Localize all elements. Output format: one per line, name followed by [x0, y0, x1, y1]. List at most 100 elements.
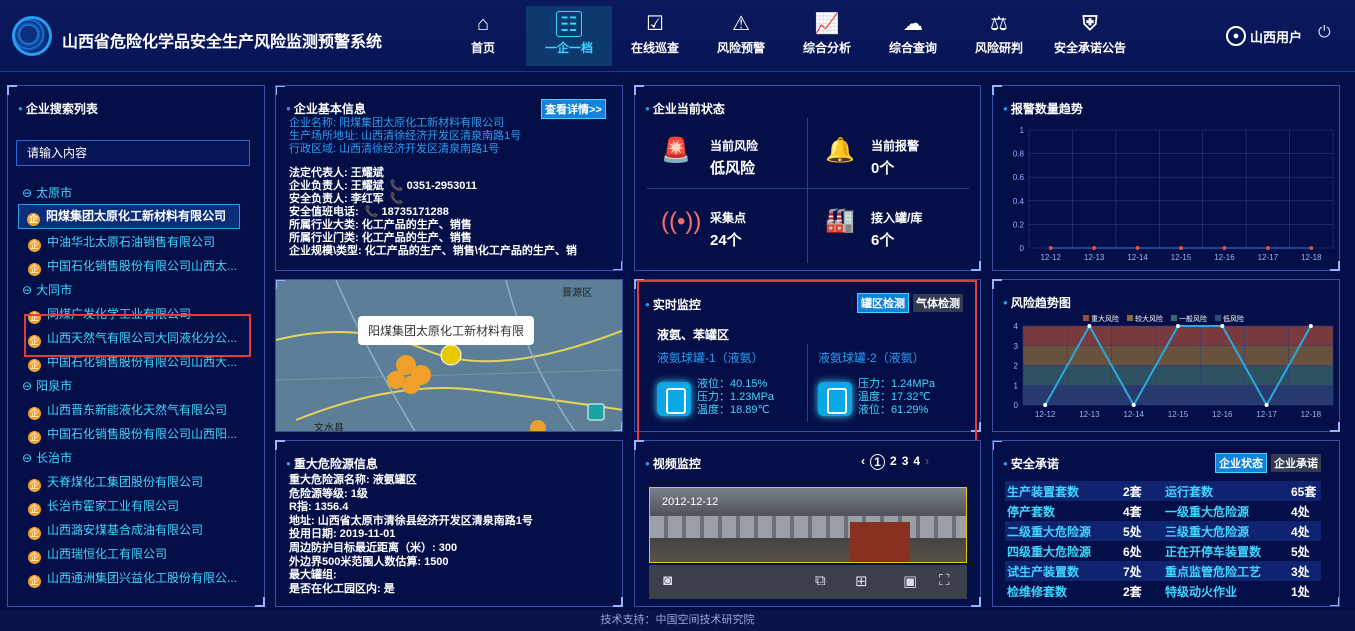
map-panel[interactable]: 阳煤集团太原化工新材料有限 文水县 晋源区: [275, 279, 623, 432]
current-alarm: 当前报警 0个: [871, 139, 920, 177]
current-risk: 当前风险 低风险: [710, 139, 759, 177]
fullscreen-icon[interactable]: ⛶: [939, 572, 950, 589]
user-avatar-icon: ●: [1226, 26, 1246, 46]
nav-online-patrol[interactable]: ☑ 在线巡查: [612, 6, 698, 66]
panel-title: 企业搜索列表: [18, 100, 98, 117]
nav-query[interactable]: ☁ 综合查询: [870, 6, 956, 66]
map-label: 晋源区: [562, 288, 592, 299]
footer: 技术支持：中国空间技术研究院: [0, 610, 1355, 631]
layout-grid-icon[interactable]: ⊞: [855, 572, 868, 590]
list-item[interactable]: 企长治市霍家工业有限公司: [28, 497, 179, 516]
table-row: 试生产装置数 7处 重点监管危险工艺 3处: [1005, 561, 1321, 581]
page-number[interactable]: 4: [913, 454, 920, 470]
data-point: [1222, 246, 1227, 250]
panel-title: 安全承诺: [1003, 455, 1059, 472]
legend-swatch: [1083, 315, 1089, 321]
data-point: [1309, 246, 1314, 250]
x-tick-label: 12-16: [1212, 410, 1233, 419]
home-icon: ⌂: [476, 13, 490, 35]
nav-one-enterprise[interactable]: ☷ 一企一档: [526, 6, 612, 66]
panel-title: 企业基本信息: [286, 100, 366, 117]
prev-page-icon[interactable]: ‹: [861, 454, 865, 470]
y-tick-label: 0.8: [1013, 150, 1025, 159]
x-tick-label: 12-15: [1168, 410, 1189, 419]
app-logo-icon: [12, 16, 52, 56]
y-tick-label: 0.6: [1013, 173, 1025, 182]
highlight-box: [637, 280, 977, 447]
page-number[interactable]: 3: [902, 454, 909, 470]
company-icon: 企: [28, 431, 41, 444]
list-item[interactable]: 企中油华北太原石油销售有限公司: [28, 233, 215, 252]
nav-home[interactable]: ⌂ 首页: [440, 6, 526, 66]
legend-label: 重大风险: [1091, 314, 1119, 323]
connected-tanks: 接入罐/库 6个: [871, 211, 923, 249]
list-item[interactable]: 企山西通洲集团兴益化工股份有限公...: [28, 569, 237, 588]
gavel-icon: ⚖: [990, 13, 1008, 35]
nav-risk-warning[interactable]: ⚠ 风险预警: [698, 6, 784, 66]
bell-icon: 🔔: [825, 137, 855, 164]
alarm-trend-panel: 报警数量趋势 00.20.40.60.8112-1212-1312-1412-1…: [992, 85, 1340, 271]
city-node[interactable]: 太原市: [22, 184, 72, 201]
hazard-details: 重大危险源名称: 液氨罐区 危险源等级: 1级 R指: 1356.4 地址: 山西省太…: [289, 474, 533, 595]
data-point: [1131, 403, 1136, 407]
x-tick-label: 12-13: [1079, 410, 1100, 419]
tab-enterprise-status[interactable]: 企业状态: [1215, 453, 1267, 473]
view-detail-button[interactable]: 查看详情>>: [541, 99, 606, 119]
signal-icon: ((•)): [661, 208, 702, 235]
nav-analysis[interactable]: 📈 综合分析: [784, 6, 870, 66]
page-number[interactable]: 1: [870, 454, 885, 470]
data-point: [1220, 324, 1225, 328]
main-nav: ⌂ 首页 ☷ 一企一档 ☑ 在线巡查 ⚠ 风险预警 📈 综合分析 ☁ 综合查询 ⚖ 风险研判 …: [440, 6, 1138, 66]
company-icon: 企: [28, 503, 41, 516]
page-number[interactable]: 2: [890, 454, 897, 470]
user-menu[interactable]: ● 山西用户: [1226, 26, 1302, 46]
risk-trend-chart: 0 1 2 3 4 12-12 12-13 12-14 12-15 12-16 12-17 12-18…: [1014, 314, 1334, 419]
panel-title: 企业当前状态: [645, 100, 725, 117]
table-row: 四级重大危险源 6处 正在开停车装置数 5处: [1007, 544, 1310, 559]
data-point: [1265, 246, 1270, 250]
basic-info-details: 法定代表人: 王耀斌 企业负责人: 王耀斌 📞 0351-2953011 安全负…: [289, 167, 577, 257]
city-node[interactable]: 长治市: [22, 449, 72, 466]
top-bar: 山西省危险化学品安全生产风险监测预警系统 ⌂ 首页 ☷ 一企一档 ☑ 在线巡查 ⚠ 风险…: [0, 0, 1355, 72]
nav-safety-promise[interactable]: ⛨ 安全承诺公告: [1042, 6, 1138, 66]
profile-card-icon: ☷: [556, 11, 582, 37]
company-icon: 企: [28, 551, 41, 564]
legend-swatch: [1171, 315, 1177, 321]
search-input[interactable]: 请输入内容: [16, 140, 250, 166]
power-icon[interactable]: ⏻: [1318, 24, 1331, 42]
y-tick-label: 0.4: [1013, 197, 1025, 206]
next-page-icon[interactable]: ›: [925, 454, 929, 470]
table-row: 停产套数 4套 一级重大危险源 4处: [1007, 504, 1310, 519]
y-tick-label: 1: [1014, 381, 1019, 390]
highlight-box: [24, 314, 251, 357]
company-icon: 企: [27, 213, 40, 226]
x-tick-label: 12-17: [1258, 253, 1279, 262]
risk-trend-panel: 风险趋势图 0123412-1212-1312-1412-1512-1612-1…: [992, 279, 1340, 432]
shield-board-icon: ⛨: [1082, 13, 1098, 35]
camera-icon[interactable]: ◙: [663, 572, 672, 589]
nav-risk-judgement[interactable]: ⚖ 风险研判: [956, 6, 1042, 66]
data-point: [1264, 403, 1269, 407]
window-icon[interactable]: ▣: [903, 572, 917, 590]
risk-band: [1023, 385, 1333, 405]
list-item[interactable]: 企阳煤集团太原化工新材料有限公司: [18, 204, 240, 229]
city-node[interactable]: 大同市: [22, 281, 72, 298]
data-point: [1135, 246, 1140, 250]
x-tick-label: 12-18: [1301, 253, 1322, 262]
list-item[interactable]: 企山西晋东新能液化天然气有限公司: [28, 401, 227, 420]
x-tick-label: 12-14: [1123, 410, 1144, 419]
list-item[interactable]: 企中国石化销售股份有限公司山西阳...: [28, 425, 237, 444]
data-point: [1087, 324, 1092, 328]
video-feed[interactable]: 2012-12-12: [649, 487, 967, 563]
list-item[interactable]: 企中国石化销售股份有限公司山西太...: [28, 257, 237, 276]
close-window-icon[interactable]: ⧉: [815, 572, 826, 589]
alarm-trend-chart: 0 0.2 0.4 0.6 0.8 1 12-12 12-13 12-14 12-15 12-16 1…: [1013, 126, 1334, 262]
map-canvas: [276, 280, 622, 431]
panel-title: 重大危险源信息: [286, 455, 378, 472]
x-tick-label: 12-13: [1084, 253, 1105, 262]
list-item[interactable]: 企天脊煤化工集团股份有限公司: [28, 473, 203, 492]
tab-enterprise-promise[interactable]: 企业承诺: [1271, 454, 1321, 472]
city-node[interactable]: 阳泉市: [22, 377, 72, 394]
list-item[interactable]: 企山西潞安煤基合成油有限公司: [28, 521, 203, 540]
list-item[interactable]: 企山西瑞恒化工有限公司: [28, 545, 167, 564]
